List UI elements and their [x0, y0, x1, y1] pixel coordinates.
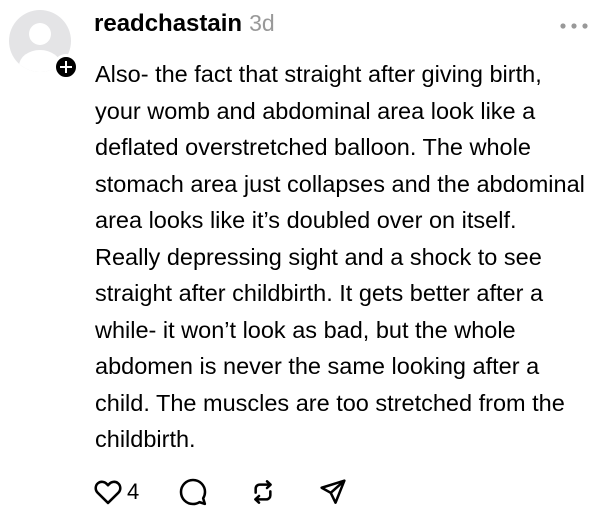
comment-icon: [179, 478, 207, 506]
more-dots-icon: [560, 23, 588, 29]
share-button[interactable]: [317, 474, 349, 510]
post-timestamp[interactable]: 3d: [249, 10, 275, 37]
thread-reply: readchastain 3d Also- the fact that stra…: [0, 0, 605, 516]
send-icon: [320, 479, 346, 504]
avatar-container[interactable]: [9, 10, 79, 80]
repost-icon: [254, 480, 273, 504]
comment-button[interactable]: [177, 474, 209, 510]
post-header: readchastain 3d: [94, 10, 275, 44]
follow-button[interactable]: [53, 54, 79, 80]
repost-button[interactable]: [247, 474, 279, 510]
heart-icon: [94, 480, 122, 505]
action-bar: 4: [92, 474, 349, 510]
like-button[interactable]: 4: [92, 474, 139, 510]
post-text: Also- the fact that straight after givin…: [95, 61, 585, 452]
like-count: 4: [127, 479, 140, 504]
more-options-button[interactable]: [556, 14, 592, 38]
username-link[interactable]: readchastain: [94, 10, 242, 38]
plus-icon: [60, 61, 72, 73]
